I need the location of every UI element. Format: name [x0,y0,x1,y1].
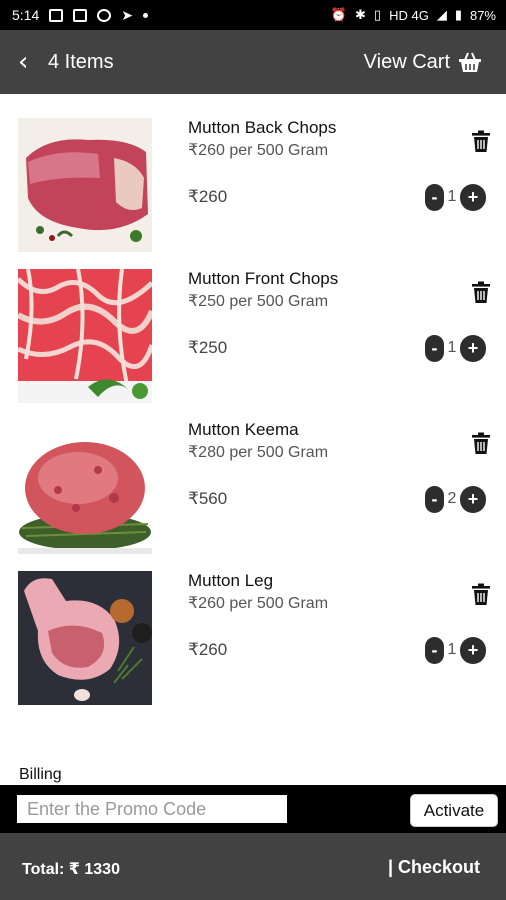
bluetooth-icon: ✱ [355,7,366,22]
cart-item: Mutton Front Chops ₹250 per 500 Gram ₹25… [0,269,506,403]
product-unit-price: ₹260 per 500 Gram [188,142,329,159]
product-name: Mutton Keema [188,420,299,439]
status-bar: 5:14 ➤ ⏰ ✱ ▯ HD 4G ◢ ▮ 87% [0,0,506,30]
quantity-stepper: - 1 + [425,183,486,211]
cart-item-count: 4 Items [48,50,114,73]
quantity-stepper: - 2 + [425,485,486,513]
decrease-quantity-button[interactable]: - [425,636,444,664]
battery-icon: ▮ [454,7,462,22]
app-bar: ‹ 4 Items View Cart [0,30,506,94]
decrease-quantity-button[interactable]: - [425,183,444,211]
cart-item: Mutton Leg ₹260 per 500 Gram ₹260 - 1 + [0,571,506,705]
promo-bar: Activate [0,785,506,833]
cart-total: Total: ₹ 1330 [22,861,120,878]
status-time: 5:14 [12,7,40,23]
quantity-stepper: - 1 + [425,334,486,362]
checkout-button[interactable]: | Checkout [388,857,480,878]
increase-quantity-button[interactable]: + [460,485,486,513]
network-label: HD 4G [389,7,429,23]
gallery-notification-icon [49,8,64,22]
decrease-quantity-button[interactable]: - [425,485,444,513]
more-notifications-icon [142,12,148,18]
news-notification-icon [73,8,88,22]
product-name: Mutton Front Chops [188,269,339,288]
product-line-price: ₹260 [188,640,228,659]
whatsapp-notification-icon [97,8,112,22]
delete-trash-icon[interactable] [470,281,492,305]
billing-heading: Billing [19,766,62,783]
product-unit-price: ₹260 per 500 Gram [188,595,329,612]
quantity-value: 2 [447,490,457,507]
product-image-leg [18,571,152,705]
cart-item: Mutton Back Chops ₹260 per 500 Gram ₹260… [0,118,506,252]
increase-quantity-button[interactable]: + [460,636,486,664]
product-unit-price: ₹250 per 500 Gram [188,293,329,310]
product-unit-price: ₹280 per 500 Gram [188,444,329,461]
quantity-value: 1 [447,188,457,205]
quantity-stepper: - 1 + [425,636,486,664]
quantity-value: 1 [447,339,457,356]
cart-item: Mutton Keema ₹280 per 500 Gram ₹560 - 2 … [0,420,506,554]
product-image-back-chops [18,118,152,252]
basket-icon [459,52,481,72]
telegram-notification-icon: ➤ [121,6,133,23]
increase-quantity-button[interactable]: + [460,183,486,211]
delete-trash-icon[interactable] [470,432,492,456]
product-line-price: ₹560 [188,489,228,508]
activate-promo-button[interactable]: Activate [410,794,498,827]
view-cart-button[interactable]: View Cart [364,51,482,74]
product-name: Mutton Leg [188,571,274,590]
increase-quantity-button[interactable]: + [460,334,486,362]
signal-icon: ◢ [436,7,447,22]
alarm-icon: ⏰ [330,7,348,22]
delete-trash-icon[interactable] [470,130,492,154]
view-cart-label: View Cart [363,50,450,73]
battery-level: 87% [469,7,496,23]
back-arrow-icon[interactable]: ‹ [18,47,40,77]
product-line-price: ₹260 [188,187,228,206]
vibrate-icon: ▯ [373,7,382,22]
product-name: Mutton Back Chops [188,118,337,137]
product-image-keema [18,420,152,554]
promo-code-input[interactable] [17,795,287,823]
decrease-quantity-button[interactable]: - [425,334,444,362]
quantity-value: 1 [447,641,457,658]
checkout-bar: Total: ₹ 1330 | Checkout [0,833,506,900]
delete-trash-icon[interactable] [470,583,492,607]
product-line-price: ₹250 [188,338,228,357]
product-image-front-chops [18,269,152,403]
